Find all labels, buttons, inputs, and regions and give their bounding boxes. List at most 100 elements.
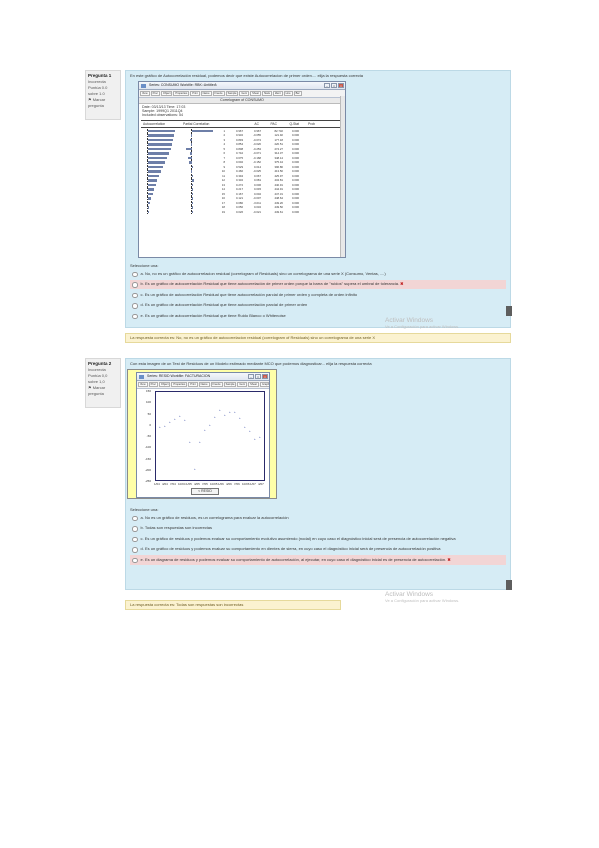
toolbar-button-proc[interactable]: Proc xyxy=(150,91,160,96)
x-tick-label: 1/04 xyxy=(154,482,160,486)
x-tick-label: 1/06 xyxy=(218,482,224,486)
x-tick-label: 10/05 xyxy=(210,482,218,486)
pac-bar-cell xyxy=(179,182,215,187)
toolbar-button-bar[interactable]: Bar xyxy=(293,91,302,96)
option-text: a. No, no es un gráfico de autocorrelaci… xyxy=(140,270,386,276)
pac-bar-cell xyxy=(179,169,215,174)
pac-bar-cell xyxy=(179,178,215,183)
toolbar-button-ident[interactable]: Ident xyxy=(272,91,283,96)
option-b[interactable]: b. Es un gráfico de autocorrelación Resi… xyxy=(130,279,506,289)
window-titlebar[interactable]: Series: CONSUMO Workfile: RBK::Untitled\… xyxy=(139,82,345,90)
minimize-button[interactable]: – xyxy=(248,374,254,379)
radio-button[interactable] xyxy=(132,536,138,542)
maximize-button[interactable]: □ xyxy=(255,374,261,379)
page-scrollbar[interactable] xyxy=(506,306,512,316)
pac-bar-cell xyxy=(179,128,215,133)
ac-bar xyxy=(148,170,161,173)
pac-bar xyxy=(191,201,193,205)
window-toolbar: View Proc Object Properties Print Name Freeze S… xyxy=(139,90,345,98)
ac-bar xyxy=(148,143,172,146)
pac-bar-cell xyxy=(179,196,215,201)
residual-point: + xyxy=(249,429,251,434)
ac-bar-cell xyxy=(141,196,179,201)
maximize-button[interactable]: □ xyxy=(331,83,337,88)
option-c[interactable]: c. Es un gráfico de autocorrelación Resi… xyxy=(130,290,506,300)
toolbar-button-stats[interactable]: Stats xyxy=(261,91,272,96)
answer-options: Seleccione una: a. No es un gráfico de r… xyxy=(126,505,510,568)
radio-button[interactable] xyxy=(132,292,138,298)
pac-bar-cell xyxy=(179,151,215,156)
ac-bar-cell xyxy=(141,133,179,138)
toolbar-button-name[interactable]: Name xyxy=(200,91,212,96)
ac-bar xyxy=(148,165,163,169)
radio-button[interactable] xyxy=(132,547,138,553)
question-number: 2 xyxy=(108,361,112,366)
flag-question-link[interactable]: ⚑ Marcar pregunta xyxy=(88,385,118,397)
question-content: En este gráfico de Autocorrelación resid… xyxy=(125,70,511,328)
cell-ac: 0.026 xyxy=(236,209,243,214)
radio-button[interactable] xyxy=(132,303,138,309)
toolbar-button-genr[interactable]: Genr xyxy=(239,91,250,96)
ac-bar-cell xyxy=(141,187,179,192)
question-info: Pregunta 2 Incorrecta Puntúa 0,0 sobre 1… xyxy=(85,358,121,408)
toolbar-button-properties[interactable]: Properties xyxy=(173,91,190,96)
radio-button[interactable] xyxy=(132,526,138,532)
watermark-subtitle: Ve a Configuración para activar Windows. xyxy=(385,324,460,329)
residual-point: + xyxy=(184,418,186,423)
radio-button[interactable] xyxy=(132,282,138,288)
residual-point: + xyxy=(194,466,196,471)
close-button[interactable]: × xyxy=(338,83,344,88)
toolbar-button-line[interactable]: Line xyxy=(283,91,293,96)
question-text: En este gráfico de Autocorrelación resid… xyxy=(130,73,364,78)
ac-bar-cell xyxy=(141,178,179,183)
option-a[interactable]: a. No es un gráfico de residuos, es un c… xyxy=(130,513,506,523)
toolbar-button-freeze[interactable]: Freeze xyxy=(212,91,225,96)
resid-button[interactable]: < RESID xyxy=(191,488,219,495)
toolbar-button-view[interactable]: View xyxy=(140,91,150,96)
option-b[interactable]: b. Todas son respuestas son incorrectas xyxy=(130,524,506,534)
flag-question-link[interactable]: ⚑ Marcar pregunta xyxy=(88,97,118,109)
option-text: a. No es un gráfico de residuos, es un c… xyxy=(140,514,289,520)
pac-bar xyxy=(192,129,214,133)
ac-bar-cell xyxy=(141,146,179,151)
toolbar-button-print[interactable]: Print xyxy=(190,91,200,96)
page-scrollbar[interactable] xyxy=(506,580,512,590)
app-icon xyxy=(141,83,146,88)
header-autocorrelation: Autocorrelation xyxy=(143,121,166,126)
ac-bar xyxy=(148,152,169,155)
correlogram-row: 19 0.026 -0.021 449.61 0.000 xyxy=(139,210,345,215)
correct-answer-feedback: La respuesta correcta es: Todas son resp… xyxy=(125,600,341,610)
cell-pac: -0.021 xyxy=(253,209,261,214)
minimize-button[interactable]: – xyxy=(324,83,330,88)
toolbar-button-sheet[interactable]: Sheet xyxy=(250,91,261,96)
option-e[interactable]: e. Es un diagrama de residuos y podemos … xyxy=(130,555,506,565)
close-button[interactable]: × xyxy=(262,374,268,379)
question-1: Pregunta 1 Incorrecta Puntúa 0.0 sobre 1… xyxy=(85,70,512,343)
option-a[interactable]: a. No, no es un gráfico de autocorrelaci… xyxy=(130,269,506,279)
radio-button[interactable] xyxy=(132,557,138,563)
incorrect-icon: ✖ xyxy=(447,556,451,562)
ac-bar xyxy=(148,206,150,209)
toolbar-button-object[interactable]: Object xyxy=(160,91,173,96)
option-text: e. Es un diagrama de residuos y podemos … xyxy=(140,556,447,562)
radio-button[interactable] xyxy=(132,515,138,521)
vertical-scrollbar[interactable] xyxy=(340,96,345,257)
question-score: Puntúa 0.0 sobre 1.0 xyxy=(88,85,108,96)
option-d[interactable]: d. Es un gráfico de autocorrelación Resi… xyxy=(130,301,506,311)
incorrect-icon: ✖ xyxy=(400,281,404,286)
toolbar-button-sample[interactable]: Sample xyxy=(225,91,239,96)
option-c[interactable]: c. Es un gráfico de residuos y podemos e… xyxy=(130,534,506,544)
pac-bar-cell xyxy=(179,133,215,138)
radio-button[interactable] xyxy=(132,271,138,277)
pac-bar xyxy=(192,165,193,169)
ac-bar-cell xyxy=(141,128,179,133)
ac-bar xyxy=(148,138,173,142)
ac-bar xyxy=(148,174,160,178)
window-titlebar[interactable]: Series: RESID Workfile: FACTURACION – □ … xyxy=(137,373,269,381)
pac-bar xyxy=(188,156,192,160)
pac-bar xyxy=(192,206,193,209)
option-d[interactable]: d. Es un gráfico de residuos y podemos e… xyxy=(130,545,506,555)
radio-button[interactable] xyxy=(132,313,138,319)
pac-bar-cell xyxy=(179,137,215,142)
question-content: Con esta imagen de un Test de Residuos d… xyxy=(125,358,511,590)
